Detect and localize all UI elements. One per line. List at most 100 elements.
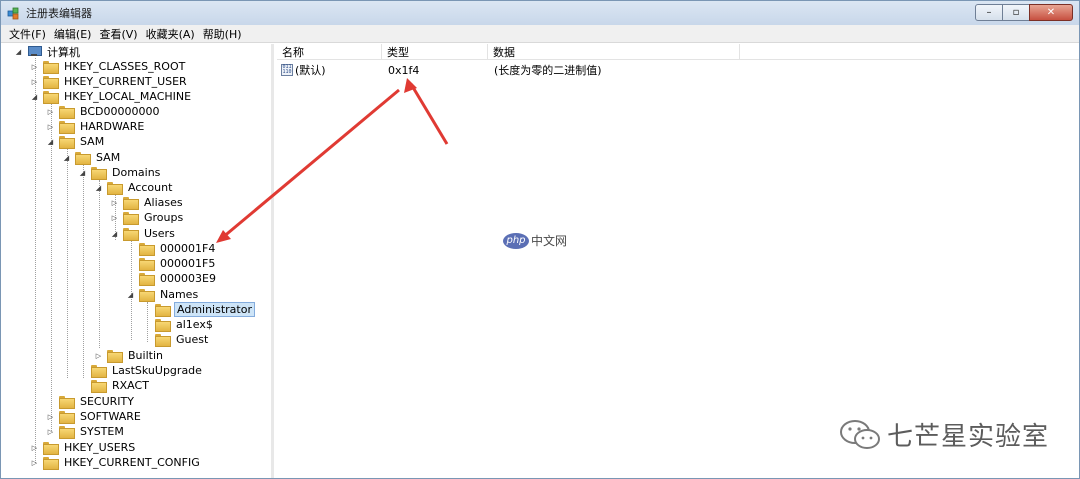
menu-file[interactable]: 文件(F) [1,26,50,42]
collapse-arrow-icon[interactable]: ◢ [126,290,135,299]
column-header-type[interactable]: 类型 [382,44,488,60]
tree-node-hkcr[interactable]: ▷ HKEY_CLASSES_ROOT [30,59,187,74]
tree-node-sam-sub[interactable]: ◢ SAM [62,150,122,165]
tree-node-users[interactable]: ◢ Users [110,226,177,241]
tree-node-label: HKEY_USERS [64,441,136,454]
tree-node-label: Aliases [144,196,183,209]
collapse-arrow-icon[interactable]: ◢ [46,137,55,146]
tree-connector [83,164,84,378]
tree-node-security[interactable]: SECURITY [46,394,136,409]
menu-view[interactable]: 查看(V) [95,26,141,42]
wechat-icon [839,418,883,452]
menu-edit[interactable]: 编辑(E) [50,26,96,42]
tree-node-hkcc[interactable]: ▷ HKEY_CURRENT_CONFIG [30,455,202,470]
tree-node-bcd[interactable]: ▷ BCD00000000 [46,104,162,119]
expand-arrow-icon[interactable]: ▷ [94,351,103,360]
tree-node-hklm[interactable]: ◢ HKEY_LOCAL_MACHINE [30,89,193,104]
tree-node-rxact[interactable]: RXACT [78,378,151,393]
close-button[interactable]: ✕ [1029,4,1073,21]
tree-node-user-3e9[interactable]: 000003E9 [126,271,218,286]
column-header-data[interactable]: 数据 [488,44,740,60]
tree-node-label: SAM [96,151,121,164]
folder-icon [59,106,75,119]
expand-arrow-icon[interactable]: ▷ [46,107,55,116]
tree-node-lastskuupgrade[interactable]: LastSkuUpgrade [78,363,204,378]
tree-node-hardware[interactable]: ▷ HARDWARE [46,119,146,134]
maximize-button[interactable]: ▫ [1002,4,1030,21]
expand-arrow-icon[interactable]: ▷ [30,77,39,86]
folder-icon [75,152,91,165]
folder-icon [91,380,107,393]
tree-node-label: Groups [144,211,184,224]
collapse-arrow-icon[interactable]: ◢ [94,183,103,192]
folder-icon [43,61,59,74]
tree-node-label: 000003E9 [160,272,216,285]
tree-node-hku[interactable]: ▷ HKEY_USERS [30,440,137,455]
tree-node-computer[interactable]: ◢ 计算机 [14,44,82,59]
tree-node-label: 计算机 [47,45,80,59]
wechat-credit: 七芒星实验室 [839,416,1049,453]
folder-icon [91,365,107,378]
binary-value-icon: 011 110 [281,64,293,76]
folder-icon [43,76,59,89]
menu-help[interactable]: 帮助(H) [199,26,246,42]
tree-node-al1ex[interactable]: al1ex$ [142,317,215,332]
folder-icon [123,228,139,241]
tree-node-label: BCD00000000 [80,105,160,118]
expand-arrow-icon[interactable]: ▷ [46,427,55,436]
folder-icon [59,396,75,409]
folder-icon [59,411,75,424]
collapse-arrow-icon[interactable]: ◢ [62,153,71,162]
tree-node-software[interactable]: ▷ SOFTWARE [46,409,143,424]
expand-arrow-icon[interactable]: ▷ [30,62,39,71]
tree-connector [51,103,52,431]
tree-node-guest[interactable]: Guest [142,332,210,347]
tree-node-label: SYSTEM [80,425,124,438]
collapse-arrow-icon[interactable]: ◢ [110,229,119,238]
tree-node-domains[interactable]: ◢ Domains [78,165,162,180]
tree-node-user-1f5[interactable]: 000001F5 [126,256,217,271]
title-bar: 注册表编辑器 – ▫ ✕ [1,1,1079,25]
credit-text: 七芒星实验室 [887,422,1050,452]
list-header: 名称 类型 数据 [277,44,1079,60]
tree-node-names[interactable]: ◢ Names [126,287,200,302]
tree-node-builtin[interactable]: ▷ Builtin [94,348,165,363]
tree-node-label: Account [128,181,173,194]
expand-arrow-icon[interactable]: ▷ [46,412,55,421]
folder-icon [155,304,171,317]
tree-node-label: SECURITY [80,395,134,408]
tree-node-administrator[interactable]: Administrator [142,302,255,317]
tree-node-groups[interactable]: ▷ Groups [110,210,185,225]
tree-node-system[interactable]: ▷ SYSTEM [46,424,126,439]
value-row[interactable]: 011 110 (默认) 0x1f4 (长度为零的二进制值) [277,62,740,78]
tree-node-aliases[interactable]: ▷ Aliases [110,195,185,210]
tree-node-hkcu[interactable]: ▷ HKEY_CURRENT_USER [30,74,189,89]
folder-icon [43,457,59,470]
tree-node-account[interactable]: ◢ Account [94,180,174,195]
expand-arrow-icon[interactable]: ▷ [30,458,39,467]
expand-arrow-icon[interactable]: ▷ [46,122,55,131]
tree-node-label: HARDWARE [80,120,145,133]
collapse-arrow-icon[interactable]: ◢ [30,92,39,101]
menu-favorites[interactable]: 收藏夹(A) [142,26,199,42]
folder-icon [123,197,139,210]
window-controls: – ▫ ✕ [975,4,1073,21]
tree-node-label: Builtin [128,349,163,362]
expand-arrow-icon[interactable]: ▷ [110,213,119,222]
expand-arrow-icon[interactable]: ▷ [110,198,119,207]
php-watermark-text: 中文网 [531,234,568,248]
key-tree-pane[interactable]: ◢ 计算机 ▷ HKEY_CLASSES_ROOT ▷ HKEY_CURRENT… [2,44,274,478]
computer-icon [27,46,42,57]
tree-node-label: HKEY_LOCAL_MACHINE [64,90,192,103]
tree-node-label: Users [144,227,175,240]
column-header-name[interactable]: 名称 [277,44,382,60]
expand-arrow-icon[interactable]: ▷ [30,443,39,452]
folder-icon [139,258,155,271]
collapse-arrow-icon[interactable]: ◢ [14,47,23,56]
value-data: (长度为零的二进制值) [494,64,602,77]
collapse-arrow-icon[interactable]: ◢ [78,168,87,177]
minimize-button[interactable]: – [975,4,1003,21]
values-list-pane[interactable]: 名称 类型 数据 011 110 (默认) 0x1f4 (长度为零的二进制值) [277,44,1079,478]
tree-node-user-1f4[interactable]: 000001F4 [126,241,217,256]
tree-node-sam[interactable]: ◢ SAM [46,134,106,149]
